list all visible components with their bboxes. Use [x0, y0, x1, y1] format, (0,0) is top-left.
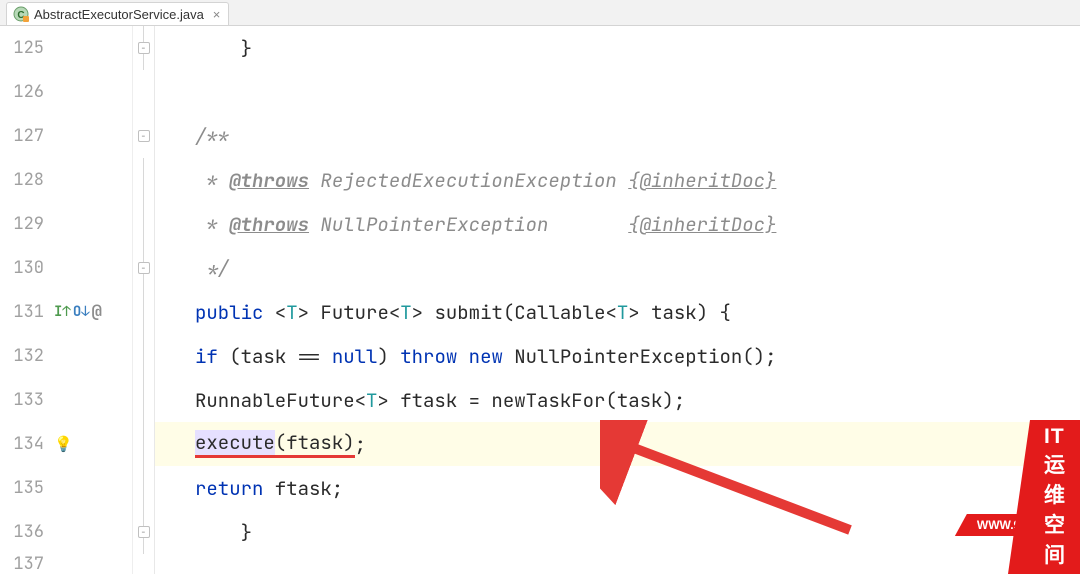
- close-tab-icon[interactable]: ×: [213, 7, 221, 22]
- line-number: 132: [0, 345, 52, 367]
- override-method-icon[interactable]: I↑: [54, 303, 71, 321]
- implemented-method-icon[interactable]: O↓: [73, 303, 90, 321]
- code-line[interactable]: /**: [155, 114, 1080, 158]
- editor-gutter: 125 − 126 127 − 128 129 130 −: [0, 26, 155, 574]
- code-line[interactable]: if (task == null) throw new NullPointerE…: [155, 334, 1080, 378]
- gutter-row: 125 −: [0, 26, 154, 70]
- gutter-marker-icons[interactable]: I↑ O↓ @: [52, 301, 132, 323]
- line-number: 131: [0, 301, 52, 323]
- line-number: 137: [0, 553, 52, 575]
- line-number: 135: [0, 477, 52, 499]
- line-number: 129: [0, 213, 52, 235]
- code-line[interactable]: RunnableFuture<T> ftask = newTaskFor(tas…: [155, 378, 1080, 422]
- code-line[interactable]: * @throws NullPointerException {@inherit…: [155, 202, 1080, 246]
- fold-handle-icon[interactable]: −: [138, 42, 150, 54]
- code-line[interactable]: }: [155, 510, 1080, 554]
- code-line[interactable]: }: [155, 26, 1080, 70]
- line-number: 136: [0, 521, 52, 543]
- code-line[interactable]: * @throws RejectedExecutionException {@i…: [155, 158, 1080, 202]
- fold-handle-icon[interactable]: −: [138, 526, 150, 538]
- intention-bulb-icon[interactable]: 💡: [54, 434, 73, 454]
- line-number: 125: [0, 37, 52, 59]
- fold-handle-icon[interactable]: −: [138, 262, 150, 274]
- tab-filename: AbstractExecutorService.java: [34, 7, 204, 22]
- annotation-icon: @: [92, 301, 102, 323]
- line-number: 127: [0, 125, 52, 147]
- code-line[interactable]: */: [155, 246, 1080, 290]
- java-class-file-icon: C: [13, 6, 29, 22]
- line-number: 126: [0, 81, 52, 103]
- code-line[interactable]: public <T> Future<T> submit(Callable<T> …: [155, 290, 1080, 334]
- code-line[interactable]: [155, 70, 1080, 114]
- line-number: 128: [0, 169, 52, 191]
- code-content[interactable]: } /** * @throws RejectedExecutionExcepti…: [155, 26, 1080, 574]
- code-editor[interactable]: 125 − 126 127 − 128 129 130 −: [0, 26, 1080, 574]
- editor-tab-bar: C AbstractExecutorService.java ×: [0, 0, 1080, 26]
- fold-handle-icon[interactable]: −: [138, 130, 150, 142]
- line-number: 130: [0, 257, 52, 279]
- line-number: 133: [0, 389, 52, 411]
- line-number: 134: [0, 433, 52, 455]
- file-tab[interactable]: C AbstractExecutorService.java ×: [6, 2, 229, 25]
- code-line[interactable]: return ftask;: [155, 466, 1080, 510]
- code-line-highlighted[interactable]: execute(ftask);: [155, 422, 1080, 466]
